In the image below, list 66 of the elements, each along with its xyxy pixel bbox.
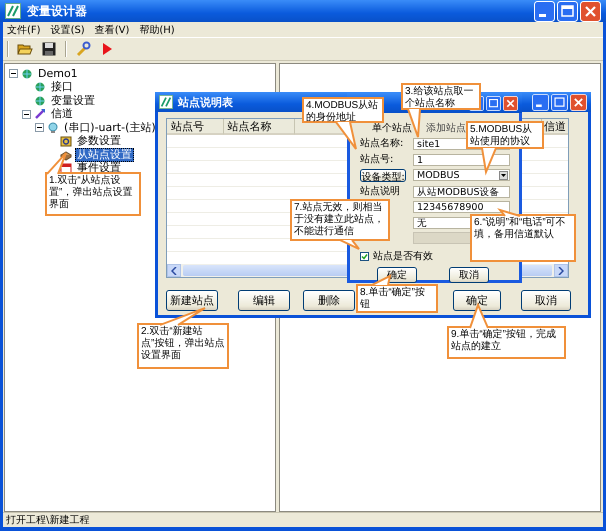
maximize-button[interactable] <box>551 94 568 110</box>
tree-item[interactable]: 参数设置 <box>75 134 123 148</box>
tree-item[interactable]: 从站点设置 <box>75 148 134 162</box>
app-logo-icon <box>159 95 173 109</box>
menu-item[interactable]: 设置(S) <box>50 22 85 36</box>
column-header[interactable]: 站点号 <box>167 119 224 135</box>
callout-pointer <box>335 121 357 150</box>
callout-pointer <box>160 307 206 326</box>
collapse-icon[interactable] <box>9 69 18 78</box>
dialog-button[interactable]: 取消 <box>449 267 489 283</box>
gear-icon <box>60 135 72 148</box>
box-icon <box>60 148 72 161</box>
globe-icon <box>21 68 33 80</box>
port-icon <box>47 122 59 134</box>
column-header[interactable]: 信道 <box>542 119 568 135</box>
app-logo-icon <box>5 3 21 19</box>
window-title: 变量设计器 <box>27 2 87 20</box>
tree-item[interactable]: 信道 <box>49 107 75 122</box>
callout: 3.给该站点取一个站点名称 <box>401 83 481 110</box>
close-button[interactable] <box>580 0 601 22</box>
callout: 7.站点无效，则相当于没有建立此站点，不能进行通信 <box>290 199 390 241</box>
scroll-right-icon[interactable] <box>554 264 568 277</box>
field-label: 站点号: <box>360 154 394 166</box>
input-field[interactable]: 从站MODBUS设备 <box>413 186 510 198</box>
dialog-button[interactable]: 取消 <box>521 290 571 311</box>
callout-pointer <box>46 152 67 175</box>
status-text: 打开工程\新建工程 <box>6 514 90 527</box>
minimize-button[interactable] <box>534 0 555 22</box>
save-icon[interactable] <box>41 41 57 57</box>
close-button[interactable] <box>570 94 587 110</box>
tree-item[interactable]: 接口 <box>49 80 75 94</box>
globe-icon <box>34 81 46 94</box>
checkbox[interactable] <box>360 252 369 260</box>
tab[interactable]: 添加站点 <box>426 123 466 135</box>
globe-icon <box>34 94 46 107</box>
minimize-button[interactable] <box>532 94 549 110</box>
dialog-button[interactable]: 新建站点 <box>166 290 218 311</box>
dialog-button[interactable]: 编辑 <box>238 290 290 311</box>
wrench-icon[interactable] <box>75 41 91 57</box>
device-type-button[interactable]: 设备类型: <box>360 169 406 182</box>
dialog-title: 站点说明表 <box>178 94 233 110</box>
callout: 6.“说明”和“电话”可不填，备用信道默认 <box>470 214 576 262</box>
maximize-button[interactable] <box>557 0 578 22</box>
tree-item[interactable]: (串口)-uart-(主站) <box>62 120 158 135</box>
collapse-icon[interactable] <box>22 110 31 119</box>
dialog-button[interactable]: 删除 <box>303 290 355 311</box>
callout: 1.双击“从站点设置”，弹出站点设置界面 <box>45 172 141 216</box>
tree-item[interactable]: 变量设置 <box>49 94 97 108</box>
maximize-button[interactable] <box>486 96 501 110</box>
tab[interactable]: 单个站点 <box>372 123 412 135</box>
arrows-icon <box>34 108 46 120</box>
column-header[interactable]: 站点名称 <box>224 119 296 135</box>
callout-pointer <box>497 208 520 217</box>
collapse-icon[interactable] <box>35 123 44 132</box>
field-label: 站点名称: <box>360 138 404 150</box>
callout-pointer <box>481 148 497 176</box>
dropdown-arrow-icon <box>499 170 508 180</box>
menu-item[interactable]: 帮助(H) <box>139 22 175 36</box>
callout-pointer <box>340 239 360 250</box>
field-label: 站点说明 <box>360 186 401 198</box>
menu-item[interactable]: 查看(V) <box>94 22 130 36</box>
tree-item[interactable]: Demo1 <box>36 66 80 81</box>
close-button[interactable] <box>503 96 518 110</box>
scroll-left-icon[interactable] <box>167 264 181 277</box>
checkbox-label: 站点是否有效 <box>373 250 433 263</box>
menu-item[interactable]: 文件(F) <box>7 22 41 36</box>
